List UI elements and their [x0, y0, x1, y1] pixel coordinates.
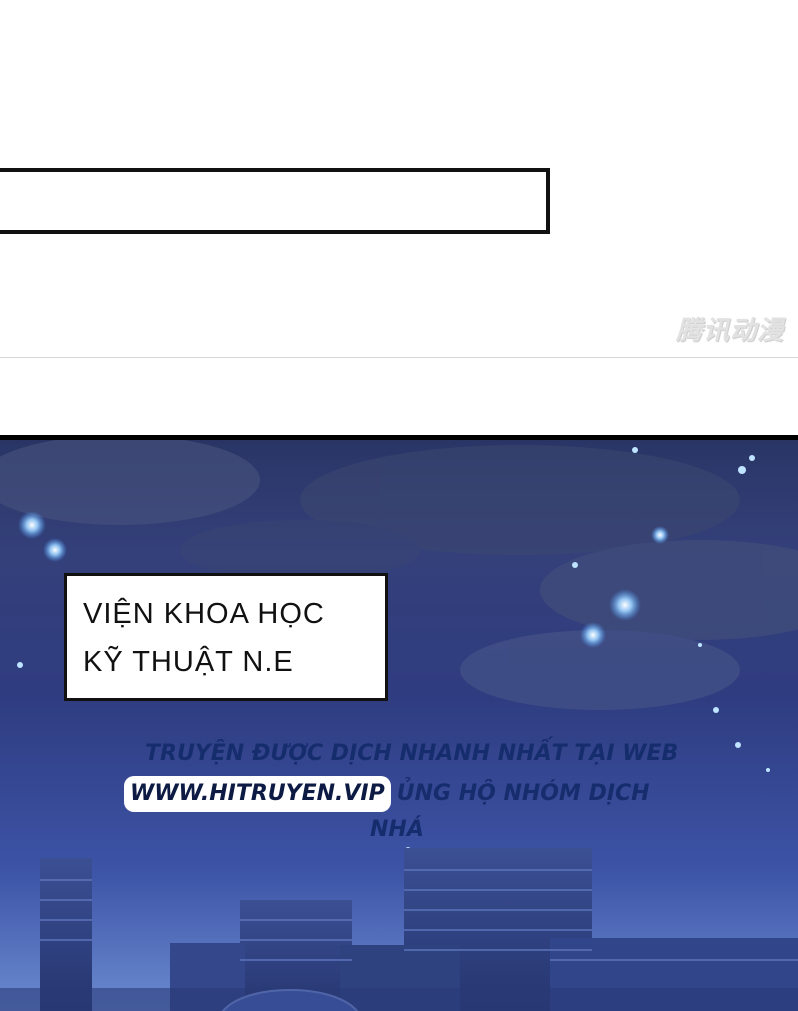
caption-line-1: VIỆN KHOA HỌC	[83, 598, 325, 630]
empty-speech-box	[0, 168, 550, 234]
location-caption-box: VIỆN KHOA HỌC KỸ THUẬT N.E	[64, 573, 388, 701]
publisher-watermark: 腾讯动漫	[675, 316, 784, 346]
credit-line-3: NHÁ	[370, 817, 424, 842]
night-sky-illustration	[0, 440, 798, 1011]
credit-line-2: WWW.HITRUYEN.VIP ỦNG HỘ NHÓM DỊCH	[124, 776, 650, 812]
credit-line-2-rest: ỦNG HỘ NHÓM DỊCH	[396, 781, 650, 806]
site-link[interactable]: WWW.HITRUYEN.VIP	[124, 776, 391, 812]
top-comic-panel: 腾讯动漫	[0, 0, 798, 357]
night-city-panel	[0, 435, 798, 1011]
credit-line-1: TRUYỆN ĐƯỢC DỊCH NHANH NHẤT TẠI WEB	[145, 741, 679, 766]
panel-divider	[0, 357, 798, 358]
caption-line-2: KỸ THUẬT N.E	[83, 646, 294, 678]
city-buildings	[0, 848, 798, 1011]
